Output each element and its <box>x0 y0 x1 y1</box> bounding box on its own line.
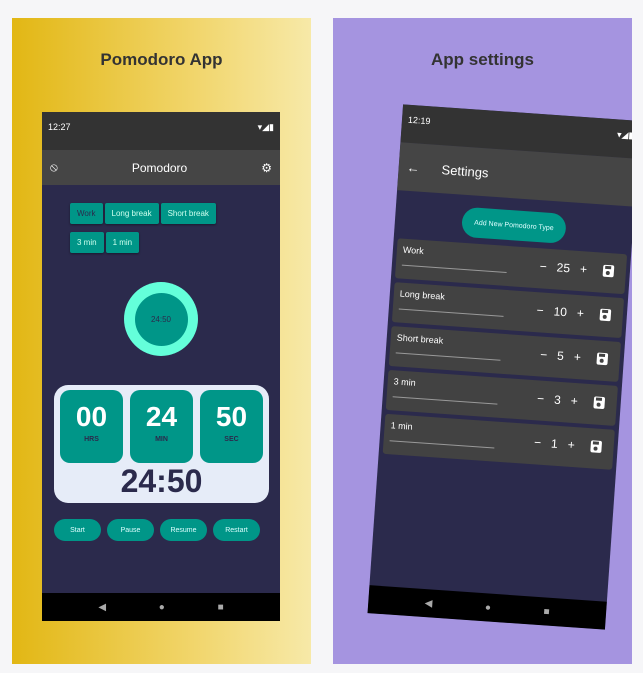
home-nav-icon[interactable]: ● <box>159 602 165 613</box>
row-value: 3 <box>553 392 562 408</box>
save-icon[interactable] <box>602 264 615 278</box>
row-value: 5 <box>556 348 565 364</box>
hours-box: 00 HRS <box>60 390 123 463</box>
timer-card: 00 HRS 24 MIN 50 SEC 24:50 <box>54 385 269 503</box>
input-underline <box>398 308 504 317</box>
plus-icon[interactable]: + <box>567 438 575 452</box>
restart-button[interactable]: Restart <box>213 519 260 541</box>
plus-icon[interactable]: + <box>573 350 581 364</box>
back-nav-icon[interactable]: ◀ <box>98 602 106 613</box>
minus-icon[interactable]: − <box>537 391 545 405</box>
save-icon[interactable] <box>596 352 609 366</box>
seconds-box: 50 SEC <box>200 390 263 463</box>
back-arrow-icon[interactable]: ← <box>406 159 420 175</box>
app-title: Pomodoro <box>131 160 188 175</box>
minutes-label: MIN <box>155 436 168 443</box>
minus-icon[interactable]: − <box>534 435 542 449</box>
minus-icon[interactable]: − <box>539 259 547 273</box>
minutes-box: 24 MIN <box>130 390 193 463</box>
minus-icon[interactable]: − <box>540 348 548 362</box>
pomodoro-type-chips: Work Long break Short break 3 min 1 min <box>42 185 280 259</box>
minus-icon[interactable]: − <box>536 303 544 317</box>
nav-bar: ◀ ● ■ <box>42 593 280 621</box>
settings-list: Work −25 + Long break −10 + Short break −5 +3… <box>379 238 631 470</box>
row-name-input[interactable]: 3 min <box>393 376 416 388</box>
app-title: Settings <box>441 161 490 180</box>
phone-screen-timer: 12:27 ▾◢▮ ⦸ Pomodoro ⚙ Work Long break Sho… <box>42 112 280 621</box>
resume-button[interactable]: Resume <box>160 519 207 541</box>
back-nav-icon[interactable]: ◀ <box>424 598 432 610</box>
panel-title: Pomodoro App <box>100 50 223 69</box>
chip-short-break[interactable]: Short break <box>160 203 216 224</box>
row-value: 25 <box>556 260 571 276</box>
status-icons: ▾◢▮ <box>257 122 274 132</box>
recent-nav-icon[interactable]: ■ <box>543 606 550 617</box>
row-value: 10 <box>553 304 568 320</box>
status-time: 12:19 <box>407 114 431 127</box>
home-nav-icon[interactable]: ● <box>485 602 492 613</box>
pause-button[interactable]: Pause <box>107 519 154 541</box>
input-underline <box>395 352 501 361</box>
big-time: 24:50 <box>120 463 203 499</box>
status-icons: ▾◢▮ <box>616 129 632 141</box>
plus-icon[interactable]: + <box>570 394 578 408</box>
row-name-input[interactable]: Work <box>403 245 424 256</box>
save-icon[interactable] <box>599 308 612 322</box>
add-pomodoro-type-button[interactable]: Add New Pomodoro Type <box>460 206 567 244</box>
row-name-input[interactable]: Long break <box>400 289 446 302</box>
control-buttons: Start Pause Resume Restart <box>54 519 260 541</box>
chip-1-min[interactable]: 1 min <box>105 232 140 253</box>
seconds-label: SEC <box>224 436 239 443</box>
save-icon[interactable] <box>590 440 603 453</box>
minutes-value: 24 <box>145 401 178 432</box>
hours-label: HRS <box>84 436 99 443</box>
app-bar: ⦸ Pomodoro ⚙ <box>42 150 280 185</box>
status-bar: 12:27 ▾◢▮ <box>42 112 280 150</box>
input-underline <box>389 440 495 449</box>
row-name-input[interactable]: 1 min <box>390 420 413 432</box>
row-name-input[interactable]: Short break <box>396 332 443 345</box>
notifications-off-icon[interactable]: ⦸ <box>50 160 58 175</box>
panel-title: App settings <box>431 50 534 69</box>
plus-icon[interactable]: + <box>576 306 584 320</box>
gear-icon[interactable]: ⚙ <box>261 161 272 175</box>
hours-value: 00 <box>75 401 108 432</box>
progress-ring: 24:50 <box>124 282 198 356</box>
chip-work[interactable]: Work <box>70 203 103 224</box>
chip-3-min[interactable]: 3 min <box>70 232 104 253</box>
phone-screen-settings: 12:19 ▾◢▮ ← Settings Add New Pomodoro Ty… <box>367 104 632 630</box>
row-value: 1 <box>550 436 559 451</box>
app-settings-panel: App settings 12:19 ▾◢▮ ← Settings Add Ne… <box>333 18 632 664</box>
start-button[interactable]: Start <box>54 519 101 541</box>
ring-time: 24:50 <box>134 292 188 346</box>
pomodoro-app-panel: Pomodoro App 12:27 ▾◢▮ ⦸ Pomodoro ⚙ Work… <box>12 18 311 664</box>
recent-nav-icon[interactable]: ■ <box>218 602 224 613</box>
save-icon[interactable] <box>593 396 606 410</box>
status-time: 12:27 <box>48 122 71 132</box>
chip-long-break[interactable]: Long break <box>104 203 159 224</box>
input-underline <box>401 264 507 273</box>
plus-icon[interactable]: + <box>580 262 588 276</box>
input-underline <box>392 396 498 405</box>
nav-bar: ◀ ● ■ <box>367 585 607 630</box>
seconds-value: 50 <box>215 401 248 432</box>
